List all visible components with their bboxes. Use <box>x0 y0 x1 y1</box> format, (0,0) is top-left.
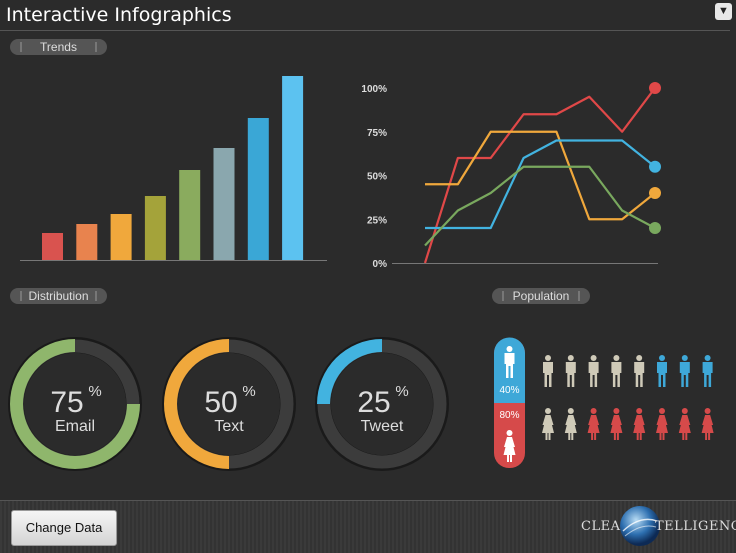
series-end-point <box>649 160 661 173</box>
body <box>678 415 691 440</box>
distribution-donuts: 75 % Email 50 % Text 25 % Tweet <box>8 337 449 471</box>
female-figure-icon <box>701 408 714 440</box>
head <box>613 355 620 361</box>
trends-section-label: Trends <box>10 39 107 55</box>
bar <box>213 148 235 260</box>
male-figure-icon <box>634 355 645 387</box>
body <box>564 415 577 440</box>
male-figure-icon <box>565 355 576 387</box>
series-line <box>423 87 656 264</box>
body <box>679 362 690 387</box>
donut-unit: % <box>242 383 255 400</box>
bar <box>144 196 166 260</box>
bar-chart <box>20 76 327 261</box>
chevron-down-icon[interactable]: ▼ <box>715 3 732 20</box>
head <box>567 408 574 414</box>
body <box>565 362 576 387</box>
female-figure-icon <box>610 408 623 440</box>
female-figure-icon <box>542 408 554 440</box>
series-end-point <box>649 222 661 234</box>
body <box>701 415 714 440</box>
male-figure-icon <box>679 355 690 387</box>
bar <box>282 76 304 260</box>
donut-value: 50 <box>204 386 237 419</box>
head <box>636 355 643 361</box>
body <box>633 415 646 440</box>
head <box>659 355 665 361</box>
series-line <box>424 165 656 247</box>
male-figure-icon <box>588 355 599 387</box>
female-figure-icon <box>656 408 668 440</box>
y-tick-label: 0% <box>373 259 388 270</box>
head <box>545 355 551 361</box>
body <box>610 415 623 440</box>
head <box>681 355 688 361</box>
bar <box>76 224 98 260</box>
donut-label: Email <box>55 418 95 435</box>
male-figure-icon <box>702 355 713 387</box>
header-divider <box>0 30 730 31</box>
male-figure-icon <box>543 355 553 387</box>
body <box>611 362 622 387</box>
body <box>587 415 600 440</box>
head <box>704 408 711 414</box>
series-end-point <box>649 187 661 199</box>
head <box>704 355 711 361</box>
head <box>613 408 620 414</box>
donut-value: 75 <box>50 386 83 419</box>
head <box>545 408 551 414</box>
y-tick-label: 100% <box>361 84 387 95</box>
head <box>506 430 513 436</box>
head <box>567 355 574 361</box>
head <box>636 408 643 414</box>
body <box>702 362 713 387</box>
donut-label: Tweet <box>361 418 404 435</box>
series-end-point <box>649 82 661 94</box>
body <box>657 362 667 387</box>
female-figure-icon <box>633 408 646 440</box>
bar <box>179 170 201 260</box>
logo-text-right: TELLIGENCE <box>655 519 736 534</box>
body <box>543 362 553 387</box>
donut-value: 25 <box>357 386 390 419</box>
bar <box>42 233 63 260</box>
series-line <box>425 139 656 230</box>
donut-unit: % <box>88 383 101 400</box>
head <box>506 346 513 352</box>
y-tick-label: 25% <box>367 215 387 226</box>
population-section-label: Population <box>492 288 590 304</box>
head <box>590 355 597 361</box>
head <box>659 408 665 414</box>
male-figure-icon <box>611 355 622 387</box>
body <box>634 362 645 387</box>
body <box>656 415 668 440</box>
donut-label: Text <box>214 418 244 435</box>
female-figure-icon <box>564 408 577 440</box>
female-figure-icon <box>587 408 600 440</box>
head <box>681 408 688 414</box>
male-figure-icon <box>657 355 667 387</box>
head <box>590 408 597 414</box>
line-chart: 0% 25% 50% 75% 100% <box>361 82 661 270</box>
body <box>542 415 554 440</box>
distribution-section-label: Distribution <box>10 288 107 304</box>
series-line <box>425 130 656 221</box>
bar <box>110 214 132 260</box>
donut-unit: % <box>395 383 408 400</box>
female-figure-icon <box>678 408 691 440</box>
y-tick-label: 75% <box>367 128 387 139</box>
change-data-button[interactable]: Change Data <box>11 510 117 546</box>
page-title: Interactive Infographics <box>6 4 232 26</box>
bar <box>247 118 269 260</box>
population-chart: 40% 80% <box>494 337 714 468</box>
body <box>588 362 599 387</box>
female-percent-label: 80% <box>499 410 519 421</box>
male-percent-label: 40% <box>499 385 519 396</box>
y-tick-label: 50% <box>367 172 387 183</box>
